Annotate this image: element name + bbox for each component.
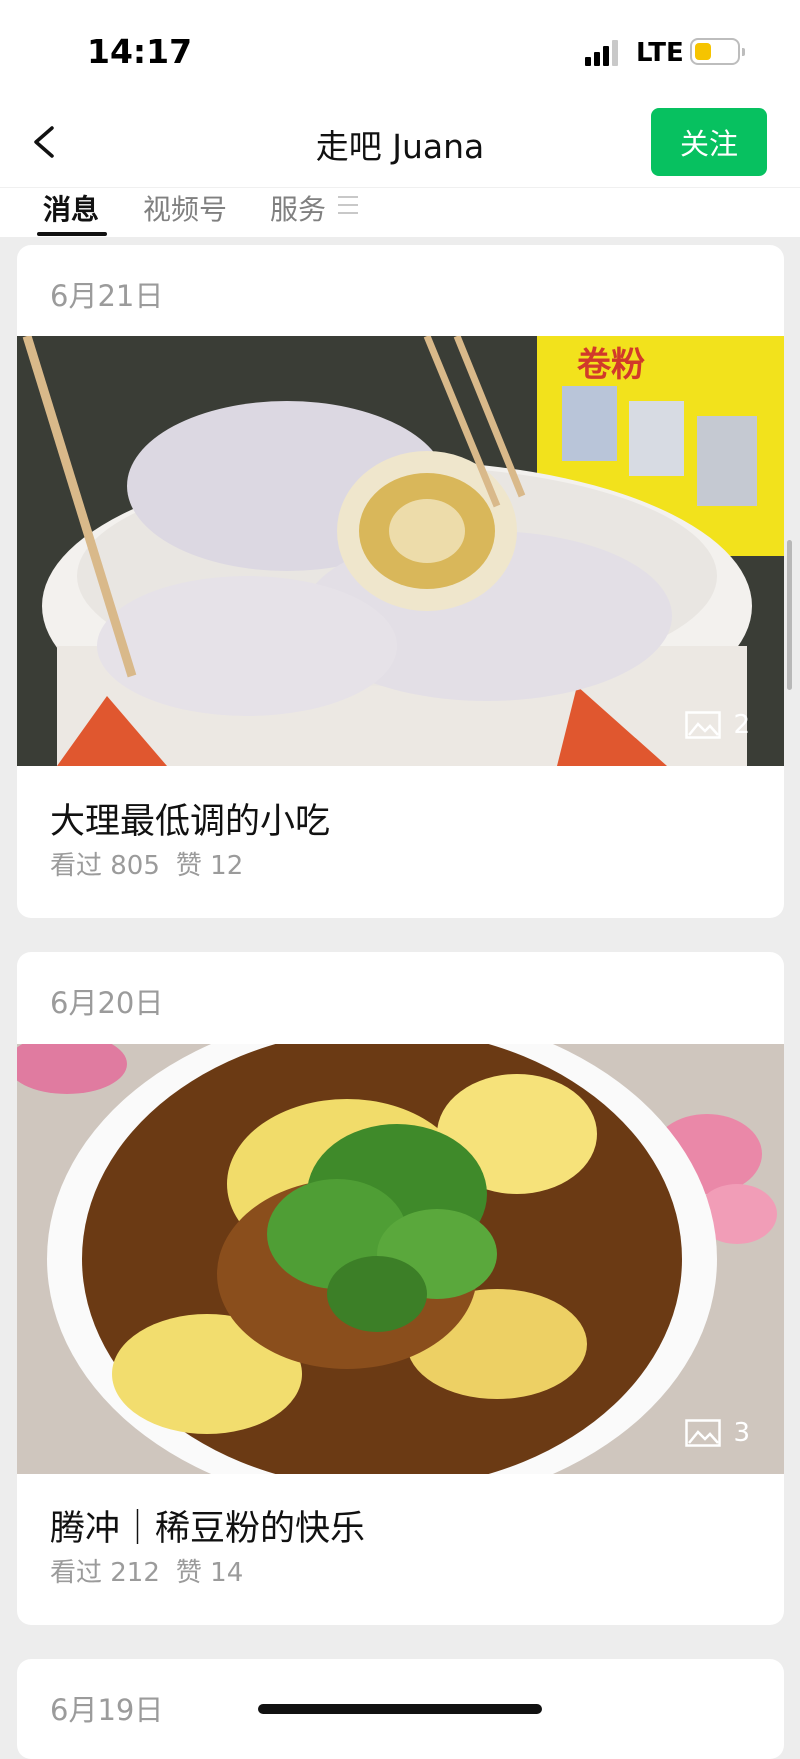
post-card[interactable]: 6月20日 3 腾冲｜稀豆粉的快乐 看过 212 赞 14 bbox=[17, 952, 784, 1625]
tab-services[interactable]: 服务 bbox=[270, 188, 326, 228]
view-count: 看过 212 bbox=[50, 1558, 160, 1588]
image-count: 3 bbox=[733, 1418, 750, 1448]
tab-channels[interactable]: 视频号 bbox=[143, 188, 227, 228]
image-icon bbox=[685, 1419, 722, 1447]
post-date: 6月21日 bbox=[50, 279, 164, 313]
post-title: 腾冲｜稀豆粉的快乐 bbox=[50, 1509, 366, 1549]
svg-text:卷粉: 卷粉 bbox=[577, 345, 645, 385]
post-date: 6月20日 bbox=[50, 986, 164, 1020]
menu-icon[interactable] bbox=[338, 196, 358, 214]
battery-icon bbox=[690, 38, 745, 65]
network-label: LTE bbox=[636, 38, 684, 68]
rice-noodle-roll-photo: 卷粉 bbox=[17, 336, 784, 766]
tab-messages[interactable]: 消息 bbox=[43, 188, 99, 228]
top-bar: 14:17 LTE 走吧 Juana 关注 bbox=[0, 0, 800, 187]
tab-active-indicator bbox=[37, 232, 107, 236]
like-count: 赞 14 bbox=[175, 1558, 244, 1588]
image-icon bbox=[685, 711, 722, 739]
home-indicator[interactable] bbox=[258, 1704, 542, 1714]
pea-jelly-bowl-photo bbox=[17, 1044, 784, 1474]
image-count-badge: 2 bbox=[685, 710, 750, 740]
status-time: 14:17 bbox=[87, 32, 193, 71]
post-title: 大理最低调的小吃 bbox=[50, 802, 331, 842]
post-stats: 看过 805 赞 12 bbox=[50, 845, 243, 882]
signal-icon bbox=[585, 40, 625, 66]
post-image[interactable]: 卷粉 2 bbox=[17, 336, 784, 766]
image-count-badge: 3 bbox=[685, 1418, 750, 1448]
post-date: 6月19日 bbox=[50, 1693, 164, 1727]
post-card[interactable]: 6月21日 卷粉 2 大理最低调的小吃 看过 805 赞 12 bbox=[17, 245, 784, 918]
image-count: 2 bbox=[733, 710, 750, 740]
tab-bar: 消息 视频号 服务 bbox=[0, 187, 800, 237]
post-stats: 看过 212 赞 14 bbox=[50, 1552, 243, 1589]
post-image[interactable]: 3 bbox=[17, 1044, 784, 1474]
like-count: 赞 12 bbox=[175, 851, 244, 881]
follow-button[interactable]: 关注 bbox=[651, 108, 767, 176]
scrollbar[interactable] bbox=[787, 540, 792, 690]
view-count: 看过 805 bbox=[50, 851, 160, 881]
